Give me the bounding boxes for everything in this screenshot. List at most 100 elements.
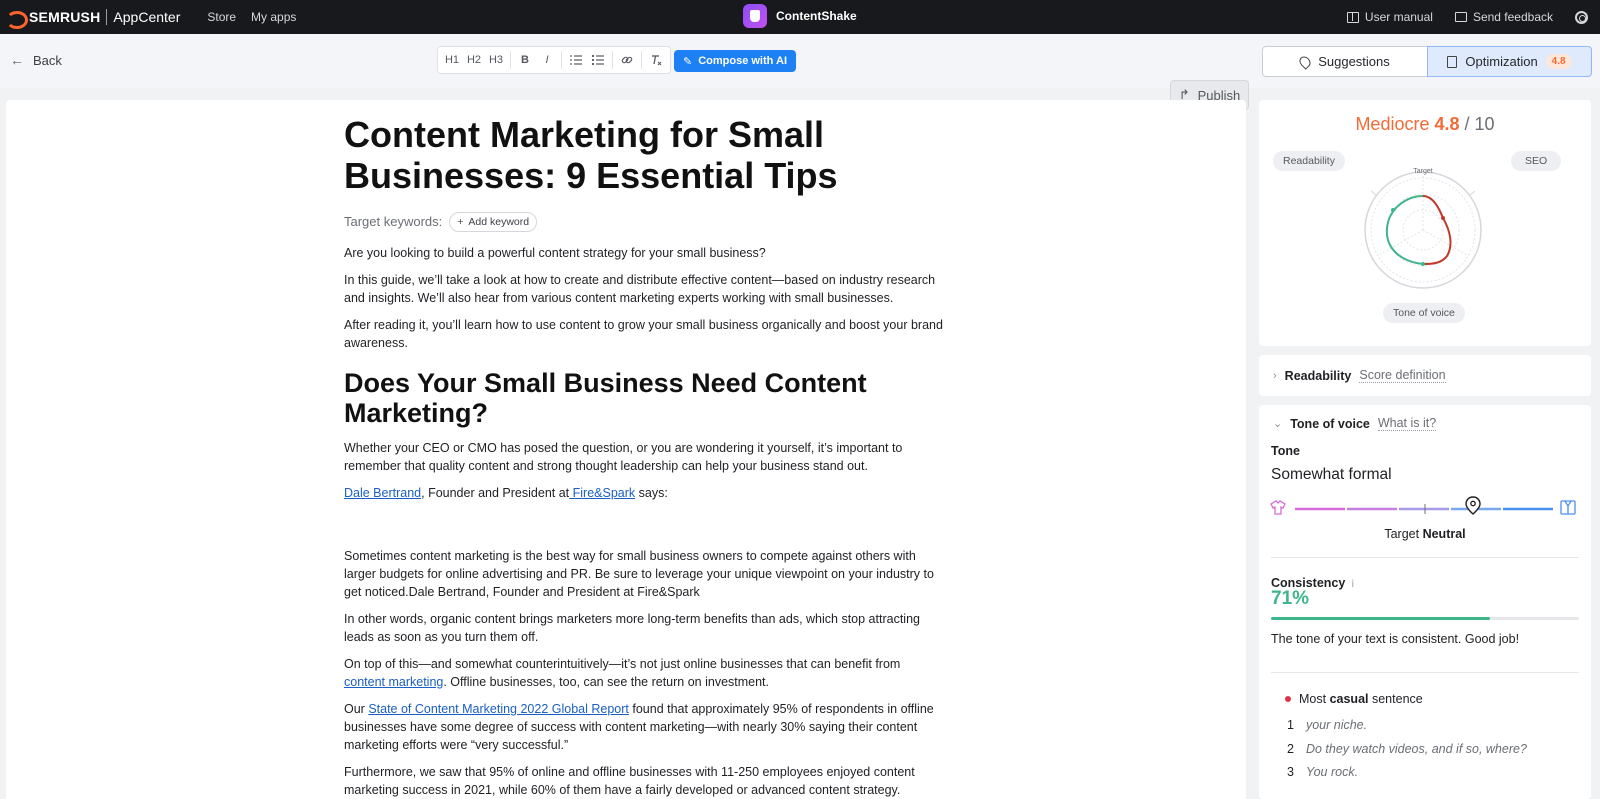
target-keywords-label: Target keywords: [344, 214, 443, 229]
list-item[interactable]: 1 your niche. [1287, 718, 1367, 732]
paragraph-text: On top of this—and somewhat counterintui… [344, 657, 901, 671]
brand-divider [106, 9, 108, 25]
heading3-button[interactable]: H3 [485, 49, 507, 71]
target-keywords-row: Target keywords: + Add keyword [344, 212, 944, 232]
list-item[interactable]: 2 Do they watch videos, and if so, where… [1287, 742, 1527, 756]
compose-label: Compose with AI [698, 55, 788, 67]
quote-paragraph[interactable]: Sometimes content marketing is the best … [344, 547, 944, 601]
toolbar-divider [561, 51, 562, 69]
list-item[interactable]: 3 You rock. [1287, 765, 1358, 779]
clear-format-icon[interactable] [645, 49, 667, 71]
top-nav: Store My apps [207, 10, 296, 24]
app-name: ContentShake [776, 9, 857, 23]
score-card: Mediocre 4.8 / 10 Readability SEO Target… [1259, 100, 1591, 346]
back-label: Back [33, 52, 62, 68]
fire-spark-link[interactable]: Fire&Spark [569, 486, 636, 500]
optimization-score-badge: 4.8 [1545, 54, 1572, 69]
score-value: 4.8 [1434, 114, 1460, 134]
section-divider [1271, 672, 1579, 673]
tone-value: Somewhat formal [1271, 466, 1392, 483]
sentence-number: 1 [1287, 718, 1294, 732]
document-body[interactable]: Content Marketing for Small Businesses: … [344, 114, 944, 799]
tone-of-voice-section: ⌄ Tone of voice What is it? Tone Somewha… [1259, 405, 1591, 799]
paragraph[interactable]: In this guide, we’ll take a look at how … [344, 271, 944, 307]
user-manual-link[interactable]: User manual [1346, 10, 1433, 24]
gear-icon[interactable] [1575, 10, 1588, 24]
paragraph[interactable]: Dale Bertrand, Founder and President at … [344, 484, 944, 502]
consistency-value: 71% [1271, 588, 1310, 609]
heading2-label: H2 [466, 54, 482, 66]
paragraph[interactable]: After reading it, you’ll learn how to us… [344, 316, 944, 352]
current-app: ContentShake [743, 4, 857, 28]
target-tone: Target Neutral [1259, 527, 1591, 541]
tone-position-marker [1465, 496, 1481, 515]
top-right-actions: User manual Send feedback [1346, 0, 1600, 34]
paragraph[interactable]: Our State of Content Marketing 2022 Glob… [344, 700, 944, 754]
heading1-button[interactable]: H1 [441, 49, 463, 71]
sentence-text: your niche. [1305, 718, 1368, 732]
bold-button[interactable]: B [514, 49, 536, 71]
toolbar-divider [641, 51, 642, 69]
tone-title: Tone of voice [1290, 416, 1370, 431]
target-axis-label: Target [1413, 168, 1433, 175]
send-feedback-link[interactable]: Send feedback [1454, 10, 1553, 24]
app-center-label: AppCenter [113, 9, 181, 25]
section-heading[interactable]: Does Your Small Business Need Content Ma… [344, 368, 944, 428]
score-label: Mediocre [1355, 114, 1430, 134]
target-prefix: Target [1384, 527, 1420, 541]
heading1-label: H1 [444, 54, 460, 66]
content-marketing-link[interactable]: content marketing [344, 675, 443, 689]
italic-button[interactable]: I [536, 49, 558, 71]
document-title[interactable]: Content Marketing for Small Businesses: … [344, 114, 944, 196]
paragraph[interactable]: In other words, organic content brings m… [344, 610, 944, 646]
empty-line [344, 511, 944, 547]
heading2-button[interactable]: H2 [463, 49, 485, 71]
report-link[interactable]: State of Content Marketing 2022 Global R… [368, 702, 629, 716]
bullet-list-icon[interactable] [587, 49, 609, 71]
toolbar-divider [612, 51, 613, 69]
top-bar: SEMRUSH AppCenter Store My apps ContentS… [0, 0, 1600, 34]
readability-section[interactable]: › Readability Score definition [1259, 355, 1591, 396]
heading3-label: H3 [488, 54, 504, 66]
pen-icon: ✎ [682, 55, 693, 68]
tab-suggestions[interactable]: Suggestions [1262, 46, 1428, 77]
editor-canvas[interactable]: Content Marketing for Small Businesses: … [6, 100, 1246, 799]
nav-my-apps[interactable]: My apps [251, 10, 296, 24]
nav-store[interactable]: Store [207, 10, 236, 24]
semrush-logo[interactable]: SEMRUSH AppCenter [4, 9, 181, 29]
chat-icon [1454, 12, 1467, 22]
tone-of-voice-header[interactable]: ⌄ Tone of voice What is it? [1273, 416, 1437, 431]
add-keyword-button[interactable]: + Add keyword [449, 212, 538, 232]
score-definition-link[interactable]: Score definition [1359, 368, 1446, 383]
paragraph-text: , Founder and President at [421, 486, 570, 500]
tab-optimization[interactable]: Optimization 4.8 [1427, 46, 1592, 77]
info-icon[interactable]: ⅰ [1351, 579, 1354, 590]
casual-shirt-icon [1270, 500, 1286, 515]
dale-bertrand-link[interactable]: Dale Bertrand [344, 486, 421, 500]
plus-icon: + [457, 216, 464, 228]
bold-label: B [521, 54, 529, 66]
link-icon[interactable] [616, 49, 638, 71]
document-icon [1447, 55, 1458, 68]
formal-suit-icon [1560, 500, 1576, 515]
sentence-number: 2 [1287, 742, 1294, 756]
paragraph[interactable]: Whether your CEO or CMO has posed the qu… [344, 439, 944, 475]
paragraph[interactable]: Furthermore, we saw that 95% of online a… [344, 763, 944, 799]
tab-optimization-label: Optimization [1465, 54, 1538, 69]
ordered-list-icon[interactable] [565, 49, 587, 71]
tone-label: Tone [1271, 444, 1300, 458]
compose-with-ai-button[interactable]: ✎ Compose with AI [674, 50, 796, 72]
what-is-it-link[interactable]: What is it? [1377, 416, 1437, 431]
paragraph[interactable]: Are you looking to build a powerful cont… [344, 244, 944, 262]
tone-axis-label[interactable]: Tone of voice [1383, 303, 1465, 323]
semrush-logo-icon [4, 10, 28, 29]
paragraph-text: says: [635, 486, 668, 500]
seo-axis-label[interactable]: SEO [1511, 151, 1562, 171]
readability-axis-label[interactable]: Readability [1273, 151, 1345, 171]
casual-text: Most casual sentence [1299, 692, 1423, 706]
user-manual-label: User manual [1364, 10, 1433, 24]
brand-name: SEMRUSH [29, 9, 101, 25]
back-button[interactable]: ← Back [10, 52, 62, 68]
paragraph[interactable]: On top of this—and somewhat counterintui… [344, 655, 944, 691]
most-casual-header: Most casual sentence [1285, 692, 1423, 706]
